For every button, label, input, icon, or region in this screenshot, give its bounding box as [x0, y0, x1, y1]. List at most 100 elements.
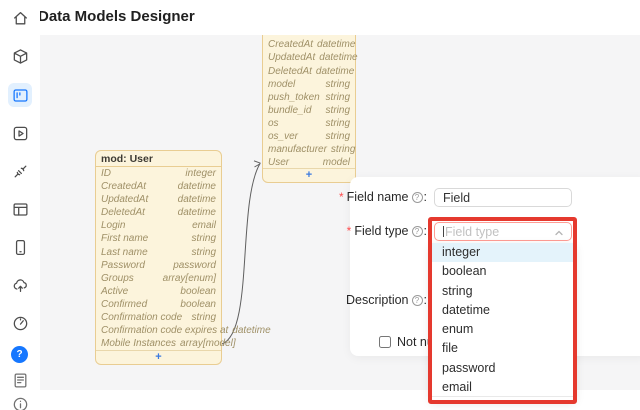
sidebar-item-home[interactable] [8, 6, 32, 30]
entity-field-row[interactable]: os_ver string [263, 130, 355, 143]
sidebar-item-cloud-upload[interactable] [8, 273, 32, 297]
not-null-checkbox[interactable] [379, 336, 391, 348]
entity-field-row[interactable]: Login email [96, 219, 221, 232]
dashboard-icon [12, 315, 29, 332]
entity-field-row[interactable]: DeletedAt datetime [96, 206, 221, 219]
dropdown-option[interactable]: email [430, 378, 575, 397]
add-field-button[interactable]: + [263, 168, 355, 181]
field-type-select[interactable]: Field type [434, 222, 572, 241]
entity-field-row[interactable]: manufacturer string [263, 143, 355, 156]
data-models-designer-app: ? Data Models Designer CreatedAt datetim… [0, 0, 640, 410]
field-name-text: Last name [101, 246, 148, 259]
package-icon [12, 48, 29, 65]
field-type-text: string [326, 117, 350, 130]
dropdown-option[interactable]: integer [430, 243, 575, 262]
field-type-text: boolean [180, 298, 216, 311]
entity-field-row[interactable]: UpdatedAt datetime [96, 193, 221, 206]
sidebar-item-data-models-designer[interactable] [8, 83, 32, 107]
field-type-text: string [192, 311, 216, 324]
field-name-text: bundle_id [268, 104, 311, 117]
field-type-text: string [192, 232, 216, 245]
sidebar-item-mobile[interactable] [8, 235, 32, 259]
dropdown-option[interactable]: enum [430, 320, 575, 339]
entity-field-row[interactable]: Active boolean [96, 285, 221, 298]
field-name-text: CreatedAt [268, 38, 313, 51]
field-type-text: string [326, 91, 350, 104]
field-type-text: datetime [319, 51, 357, 64]
dropdown-option-label: email [442, 380, 472, 394]
entity-field-row[interactable]: Mobile Instances array[model] [96, 337, 221, 350]
sidebar-item-api[interactable] [8, 159, 32, 183]
field-name-label: *Field name?: [339, 189, 427, 205]
entity-field-row[interactable]: Groups array[enum] [96, 272, 221, 285]
entity-node-user[interactable]: mod: User ID integer CreatedAt datetime … [95, 150, 222, 365]
sidebar-item-video[interactable] [8, 121, 32, 145]
dropdown-option[interactable]: string [430, 282, 575, 301]
field-type-text: datetime [178, 193, 216, 206]
entity-field-list: CreatedAt datetime UpdatedAt datetime De… [263, 35, 355, 169]
entity-field-row[interactable]: ID integer [96, 167, 221, 180]
select-placeholder: Field type [445, 225, 499, 239]
sidebar-item-dashboard[interactable] [8, 311, 32, 335]
question-circle-icon: ? [412, 226, 423, 237]
entity-field-row[interactable]: CreatedAt datetime [263, 38, 355, 51]
entity-field-row[interactable]: push_token string [263, 91, 355, 104]
help-button[interactable]: ? [11, 346, 28, 363]
field-type-text: string [326, 78, 350, 91]
dropdown-option[interactable]: datetime [430, 301, 575, 320]
field-name-text: UpdatedAt [268, 51, 315, 64]
required-mark: * [339, 190, 344, 204]
field-type-dropdown: integer boolean string datetime enum fil… [430, 243, 575, 400]
cloud-upload-icon [12, 277, 29, 294]
dropdown-option-label: datetime [442, 303, 490, 317]
sidebar-item-info[interactable] [8, 392, 32, 410]
field-type-text: array[enum] [163, 272, 216, 285]
dropdown-option[interactable]: boolean [430, 262, 575, 281]
entity-field-row[interactable]: Last name string [96, 246, 221, 259]
field-name-text: First name [101, 232, 148, 245]
entity-field-row[interactable]: First name string [96, 232, 221, 245]
field-type-text: datetime [178, 206, 216, 219]
entity-field-row[interactable]: bundle_id string [263, 104, 355, 117]
sidebar-item-docs[interactable] [8, 368, 32, 392]
entity-field-row[interactable]: model string [263, 78, 355, 91]
entity-field-row[interactable]: Confirmation code expires at datetime [96, 324, 221, 337]
video-play-icon [12, 125, 29, 142]
field-name-text: push_token [268, 91, 320, 104]
dropdown-option-label: file [442, 341, 458, 355]
field-type-text: boolean [180, 285, 216, 298]
entity-field-row[interactable]: DeletedAt datetime [263, 65, 355, 78]
entity-field-row[interactable]: UpdatedAt datetime [263, 51, 355, 64]
layout-icon [12, 201, 29, 218]
entity-field-row[interactable]: CreatedAt datetime [96, 180, 221, 193]
entity-node-mobile-instance[interactable]: CreatedAt datetime UpdatedAt datetime De… [262, 35, 356, 183]
field-type-text: string [326, 104, 350, 117]
field-name-text: Confirmed [101, 298, 147, 311]
dropdown-option[interactable]: password [430, 359, 575, 378]
entity-field-row[interactable]: Confirmation code string [96, 311, 221, 324]
mobile-icon [12, 239, 29, 256]
field-name-text: DeletedAt [101, 206, 145, 219]
field-name-text: Active [101, 285, 128, 298]
sidebar-item-layout[interactable] [8, 197, 32, 221]
field-type-text: array[model] [180, 337, 236, 350]
field-name-text: UpdatedAt [101, 193, 148, 206]
field-type-text: integer [185, 167, 216, 180]
sidebar-item-package[interactable] [8, 44, 32, 68]
field-name-text: Login [101, 219, 125, 232]
dropdown-option-label: password [442, 361, 496, 375]
field-name-input[interactable] [434, 188, 572, 207]
dropdown-option[interactable]: file [430, 339, 575, 358]
page-title: Data Models Designer [38, 8, 195, 25]
entity-field-row[interactable]: Confirmed boolean [96, 298, 221, 311]
entity-field-row[interactable]: Password password [96, 259, 221, 272]
field-name-text: manufacturer [268, 143, 327, 156]
field-type-text: datetime [317, 38, 355, 51]
add-field-button[interactable]: + [96, 350, 221, 363]
field-name-text: Groups [101, 272, 134, 285]
docs-icon [12, 372, 29, 389]
api-icon [12, 163, 29, 180]
home-icon [12, 10, 29, 27]
entity-field-row[interactable]: os string [263, 117, 355, 130]
field-type-text: datetime [178, 180, 216, 193]
